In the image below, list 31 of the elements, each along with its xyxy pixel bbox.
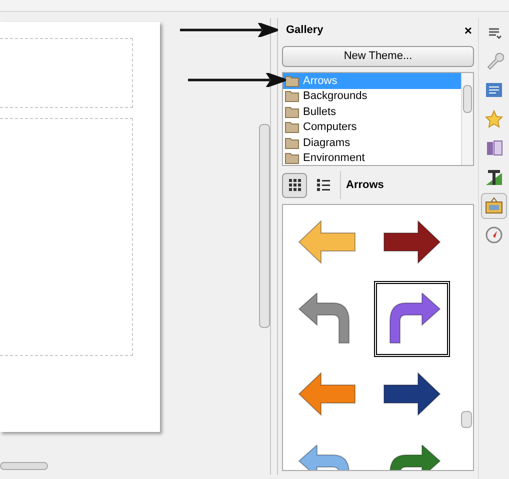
splitter[interactable] [270,18,278,475]
new-theme-button[interactable]: New Theme... [282,46,474,67]
folder-icon [285,152,299,164]
gallery-icon[interactable] [481,193,507,219]
list-scrollbar[interactable] [461,73,473,165]
theme-item[interactable]: Computers [283,120,461,135]
theme-label: Bullets [303,104,336,120]
theme-item[interactable]: Bullets [283,104,461,120]
theme-item[interactable]: Diagrams [283,135,461,150]
list-icon [316,178,330,192]
scroll-thumb[interactable] [258,124,270,328]
folder-icon [285,121,299,134]
folder-icon [285,106,299,118]
current-theme-label: Arrows [346,178,384,193]
icon-view-button[interactable] [282,172,307,198]
theme-label: Environment [303,151,365,165]
theme-label: Diagrams [303,136,350,150]
folder-icon [285,136,299,149]
panel-title: Gallery [286,22,324,38]
theme-label: Backgrounds [303,89,368,104]
scroll-thumb[interactable] [463,85,472,113]
scroll-thumb[interactable] [460,411,472,428]
close-button[interactable]: × [464,24,472,36]
theme-label: Computers [303,120,357,135]
theme-item[interactable]: Environment [283,150,461,165]
folder-icon [285,74,299,87]
scroll-thumb[interactable] [0,462,48,470]
theme-label: Arrows [303,74,338,88]
grid-icon [288,178,302,192]
gallery-item[interactable] [374,281,450,357]
theme-item[interactable]: Backgrounds [283,88,461,104]
